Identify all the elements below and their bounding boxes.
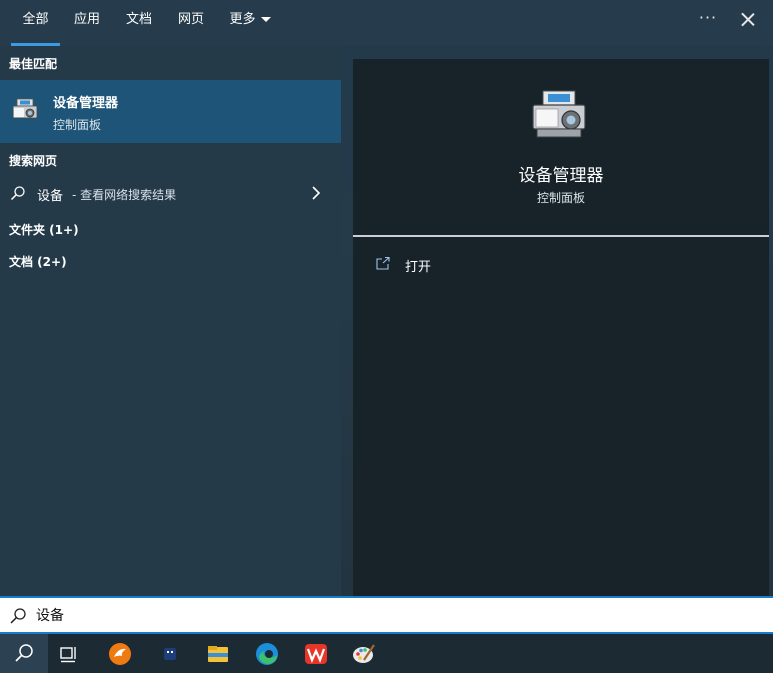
tab-documents[interactable]: 文档 bbox=[116, 0, 162, 46]
device-manager-icon bbox=[532, 90, 586, 138]
search-icon bbox=[10, 186, 25, 201]
best-match-result[interactable]: 设备管理器 控制面板 bbox=[0, 80, 341, 143]
task-view-icon bbox=[60, 647, 76, 663]
tab-more[interactable]: 更多 bbox=[222, 0, 278, 46]
best-match-label: 最佳匹配 bbox=[9, 57, 58, 71]
device-manager-icon bbox=[12, 98, 38, 119]
web-search-label: 搜索网页 bbox=[9, 154, 58, 168]
detail-title: 设备管理器 bbox=[518, 166, 604, 186]
taskbar-app-fox[interactable] bbox=[96, 634, 144, 673]
taskbar bbox=[0, 634, 773, 673]
more-options-button[interactable]: ··· bbox=[696, 8, 720, 32]
file-explorer-icon bbox=[208, 646, 228, 662]
taskbar-paint[interactable] bbox=[340, 634, 388, 673]
tab-more-label: 更多 bbox=[229, 12, 256, 27]
best-match-subtitle: 控制面板 bbox=[53, 118, 102, 132]
taskbar-app-blue[interactable] bbox=[146, 634, 194, 673]
best-match-title: 设备管理器 bbox=[53, 96, 119, 111]
web-search-term: 设备 bbox=[37, 189, 64, 204]
tab-bar: 全部 应用 文档 网页 更多 ··· bbox=[0, 0, 773, 46]
close-button[interactable] bbox=[736, 8, 760, 32]
fox-app-icon bbox=[109, 643, 131, 665]
taskbar-edge[interactable] bbox=[243, 634, 291, 673]
chevron-right-icon[interactable] bbox=[310, 186, 322, 200]
tab-web[interactable]: 网页 bbox=[168, 0, 214, 46]
documents-category[interactable]: 文档 (2+) bbox=[9, 253, 67, 270]
results-panel: 最佳匹配 设备管理器 控制面板 搜索网页 设备 - 查看网络搜索结果 文件夹 (… bbox=[0, 46, 341, 596]
web-search-hint: - 查看网络搜索结果 bbox=[72, 188, 177, 202]
caret-down-icon bbox=[260, 17, 271, 22]
search-window: 全部 应用 文档 网页 更多 ··· 最佳匹配 设备管理器 控制面板 搜索网页 bbox=[0, 0, 773, 596]
taskbar-search-button[interactable] bbox=[0, 634, 48, 673]
paint-icon bbox=[353, 644, 375, 663]
wps-icon bbox=[305, 644, 327, 664]
blue-app-icon bbox=[164, 648, 176, 660]
open-action[interactable]: 打开 bbox=[353, 249, 769, 279]
tab-apps[interactable]: 应用 bbox=[64, 0, 110, 46]
detail-panel: 设备管理器 控制面板 打开 bbox=[353, 59, 769, 596]
taskbar-file-explorer[interactable] bbox=[194, 634, 242, 673]
task-view-button[interactable] bbox=[45, 634, 93, 673]
search-box[interactable] bbox=[0, 596, 773, 634]
divider bbox=[353, 235, 769, 237]
open-icon bbox=[376, 257, 390, 270]
open-label: 打开 bbox=[405, 260, 432, 275]
edge-icon bbox=[256, 643, 278, 665]
detail-subtitle: 控制面板 bbox=[536, 191, 585, 205]
tab-all[interactable]: 全部 bbox=[11, 0, 60, 46]
search-icon bbox=[15, 644, 33, 662]
taskbar-wps[interactable] bbox=[292, 634, 340, 673]
web-search-result[interactable]: 设备 - 查看网络搜索结果 bbox=[0, 179, 341, 209]
search-icon bbox=[10, 608, 26, 624]
folders-category[interactable]: 文件夹 (1+) bbox=[9, 221, 79, 238]
search-input[interactable] bbox=[36, 603, 736, 627]
